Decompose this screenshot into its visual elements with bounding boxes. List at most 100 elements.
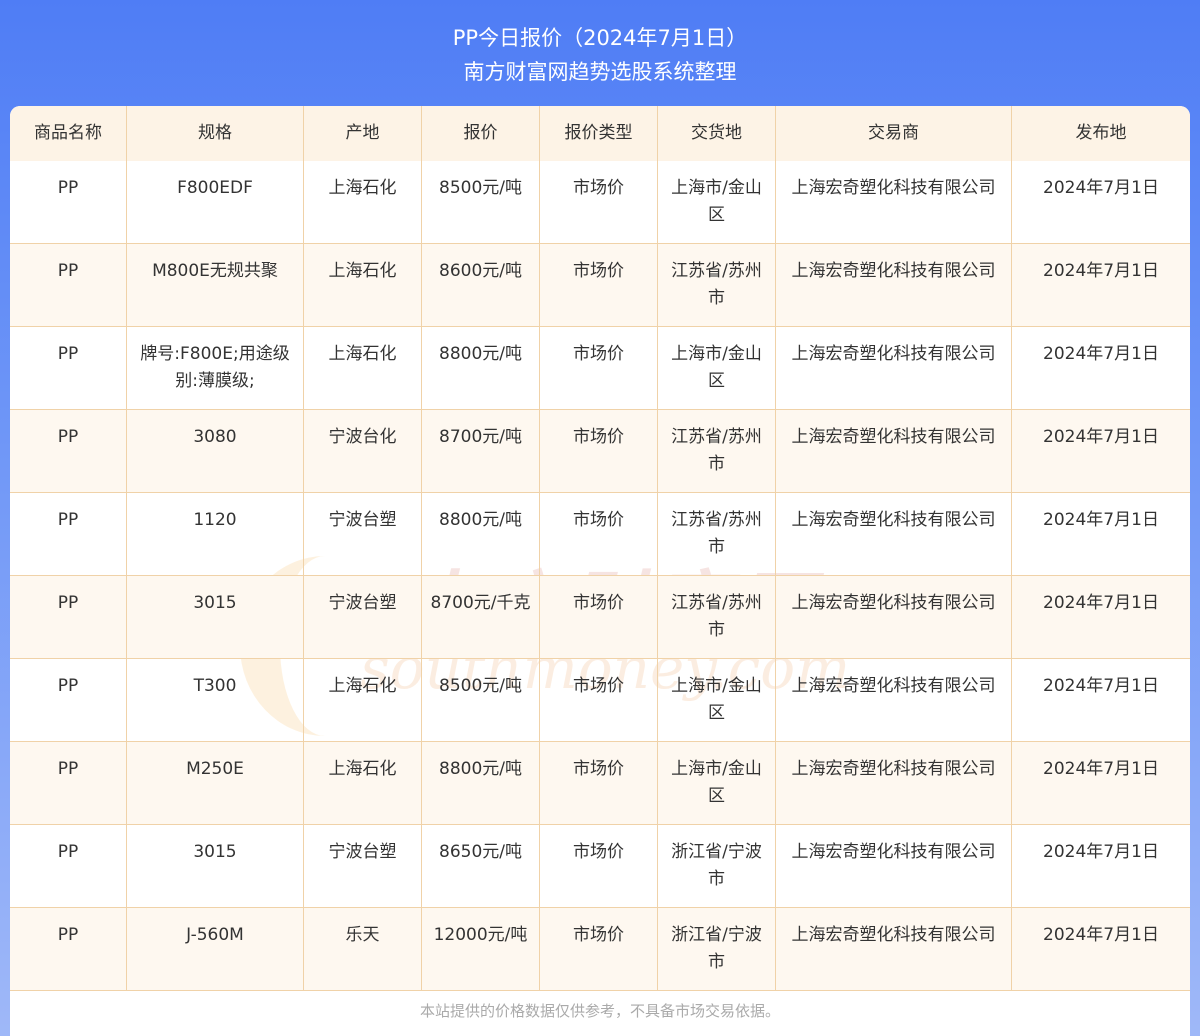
table-cell: PP bbox=[10, 410, 127, 493]
column-header: 发布地 bbox=[1075, 123, 1127, 143]
table-cell: M800E无规共聚 bbox=[127, 244, 304, 327]
page-subtitle: 南方财富网趋势选股系统整理 bbox=[463, 60, 737, 84]
table-cell: 2024年7月1日 bbox=[1012, 327, 1190, 410]
table-cell: 上海市/金山区 bbox=[658, 161, 776, 244]
table-cell: 宁波台化 bbox=[304, 410, 422, 493]
table-cell: 市场价 bbox=[540, 825, 658, 908]
table-cell: 8650元/吨 bbox=[422, 825, 540, 908]
page-header: PP今日报价（2024年7月1日） 南方财富网趋势选股系统整理 bbox=[0, 0, 1200, 106]
table-cell: 上海市/金山区 bbox=[658, 742, 776, 825]
table-cell: M250E bbox=[127, 742, 304, 825]
table-cell: 8800元/吨 bbox=[422, 327, 540, 410]
table-row: PP 牌号:F800E;用途级别:薄膜级; 上海石化 8800元/吨 市场价 上海市/金山… bbox=[10, 327, 1190, 410]
table-cell: PP bbox=[10, 742, 127, 825]
column-header: 产地 bbox=[304, 106, 422, 161]
table-cell: 上海宏奇塑化科技有限公司 bbox=[776, 659, 1012, 742]
table-cell: 市场价 bbox=[540, 410, 658, 493]
table-cell: 3015 bbox=[127, 825, 304, 908]
table-cell: 8700元/吨 bbox=[422, 410, 540, 493]
table-cell: 2024年7月1日 bbox=[1012, 742, 1190, 825]
table-cell: 12000元/吨 bbox=[422, 908, 540, 991]
table-cell: 江苏省/苏州市 bbox=[658, 576, 776, 659]
table-cell: T300 bbox=[127, 659, 304, 742]
table-cell: 上海宏奇塑化科技有限公司 bbox=[776, 908, 1012, 991]
column-header: 报价 bbox=[422, 106, 540, 161]
table-cell: 2024年7月1日 bbox=[1012, 161, 1190, 244]
table-cell: PP bbox=[10, 161, 127, 244]
table-cell: 上海石化 bbox=[304, 327, 422, 410]
table-cell: 3015 bbox=[127, 576, 304, 659]
table-cell: 8800元/吨 bbox=[422, 742, 540, 825]
table-row: PP T300 上海石化 8500元/吨 市场价 上海市/金山区 上海宏奇塑化科技有限公司 2… bbox=[10, 659, 1190, 742]
table-cell: 2024年7月1日 bbox=[1012, 244, 1190, 327]
table-cell: 市场价 bbox=[540, 327, 658, 410]
table-cell: 上海宏奇塑化科技有限公司 bbox=[776, 825, 1012, 908]
table-cell: PP bbox=[10, 327, 127, 410]
table-cell: 1120 bbox=[127, 493, 304, 576]
table-cell: 江苏省/苏州市 bbox=[658, 410, 776, 493]
column-header: 交易商 bbox=[776, 106, 1012, 161]
table-cell: 上海石化 bbox=[304, 244, 422, 327]
table-cell: 浙江省/宁波市 bbox=[658, 908, 776, 991]
column-header: 规格 bbox=[127, 106, 304, 161]
table-cell: 上海市/金山区 bbox=[658, 659, 776, 742]
table-cell: 上海宏奇塑化科技有限公司 bbox=[776, 244, 1012, 327]
table-cell: PP bbox=[10, 493, 127, 576]
table-row: PP 3015 宁波台塑 8700元/千克 市场价 江苏省/苏州市 上海宏奇塑化科技有限公司… bbox=[10, 576, 1190, 659]
table-row: PP 3080 宁波台化 8700元/吨 市场价 江苏省/苏州市 上海宏奇塑化科技有限公司 2… bbox=[10, 410, 1190, 493]
table-cell: 市场价 bbox=[540, 659, 658, 742]
table-cell: PP bbox=[10, 825, 127, 908]
table-cell: 牌号:F800E;用途级别:薄膜级; bbox=[127, 327, 304, 410]
table-cell: 江苏省/苏州市 bbox=[658, 493, 776, 576]
table-cell: 8500元/吨 bbox=[422, 161, 540, 244]
table-cell: 市场价 bbox=[540, 493, 658, 576]
table-cell: 市场价 bbox=[540, 161, 658, 244]
table-cell: 8800元/吨 bbox=[422, 493, 540, 576]
table-header: 商品名称 规格 产地 报价 报价类型 交货地 交易商 发布地 bbox=[10, 106, 1190, 161]
table-cell: 2024年7月1日 bbox=[1012, 825, 1190, 908]
table-cell: 上海宏奇塑化科技有限公司 bbox=[776, 327, 1012, 410]
table-row: PP 3015 宁波台塑 8650元/吨 市场价 浙江省/宁波市 上海宏奇塑化科技有限公司 2… bbox=[10, 825, 1190, 908]
table-cell: 8500元/吨 bbox=[422, 659, 540, 742]
column-header: 报价类型 bbox=[540, 106, 658, 161]
table-cell: 上海石化 bbox=[304, 161, 422, 244]
table-cell: 上海宏奇塑化科技有限公司 bbox=[776, 410, 1012, 493]
table-row: PP F800EDF 上海石化 8500元/吨 市场价 上海市/金山区 上海宏奇塑化科技有限… bbox=[10, 161, 1190, 244]
table-cell: F800EDF bbox=[127, 161, 304, 244]
table-row: PP M250E 上海石化 8800元/吨 市场价 上海市/金山区 上海宏奇塑化科技有限公司… bbox=[10, 742, 1190, 825]
table-cell: 2024年7月1日 bbox=[1012, 908, 1190, 991]
page-title: PP今日报价（2024年7月1日） bbox=[452, 26, 748, 50]
table-cell: 宁波台塑 bbox=[304, 493, 422, 576]
table-cell: 2024年7月1日 bbox=[1012, 576, 1190, 659]
table-cell: PP bbox=[10, 576, 127, 659]
table-cell: PP bbox=[10, 659, 127, 742]
table-cell: 市场价 bbox=[540, 742, 658, 825]
table-cell: 上海石化 bbox=[304, 659, 422, 742]
table-row: PP 1120 宁波台塑 8800元/吨 市场价 江苏省/苏州市 上海宏奇塑化科技有限公司 2… bbox=[10, 493, 1190, 576]
column-header: 交货地 bbox=[658, 106, 776, 161]
table-cell: 乐天 bbox=[304, 908, 422, 991]
table-cell: 市场价 bbox=[540, 576, 658, 659]
table-cell: 上海市/金山区 bbox=[658, 327, 776, 410]
disclaimer-text: 本站提供的价格数据仅供参考，不具备市场交易依据。 bbox=[419, 1002, 780, 1020]
table-cell: 宁波台塑 bbox=[304, 825, 422, 908]
table-cell: 2024年7月1日 bbox=[1012, 659, 1190, 742]
table-cell: 上海宏奇塑化科技有限公司 bbox=[776, 576, 1012, 659]
table-cell: J-560M bbox=[127, 908, 304, 991]
table-row: PP J-560M 乐天 12000元/吨 市场价 浙江省/宁波市 上海宏奇塑化科技有限公司… bbox=[10, 908, 1190, 991]
table-row: PP M800E无规共聚 上海石化 8600元/吨 市场价 江苏省/苏州市 上海宏奇塑化科技… bbox=[10, 244, 1190, 327]
table-cell: PP bbox=[10, 908, 127, 991]
table-cell: 3080 bbox=[127, 410, 304, 493]
table-cell: 浙江省/宁波市 bbox=[658, 825, 776, 908]
table-cell: 8600元/吨 bbox=[422, 244, 540, 327]
table-cell: 上海宏奇塑化科技有限公司 bbox=[776, 493, 1012, 576]
table-cell: 宁波台塑 bbox=[304, 576, 422, 659]
table-cell: 市场价 bbox=[540, 244, 658, 327]
table-cell: 2024年7月1日 bbox=[1012, 410, 1190, 493]
table-cell: 上海宏奇塑化科技有限公司 bbox=[776, 161, 1012, 244]
price-table-card: 南方财富网 southmoney.com 商品名称 规格 产地 报价 报价类型 … bbox=[10, 106, 1190, 1036]
table-cell: 江苏省/苏州市 bbox=[658, 244, 776, 327]
column-header: 商品名称 bbox=[10, 106, 127, 161]
table-cell: PP bbox=[10, 244, 127, 327]
table-cell: 2024年7月1日 bbox=[1012, 493, 1190, 576]
